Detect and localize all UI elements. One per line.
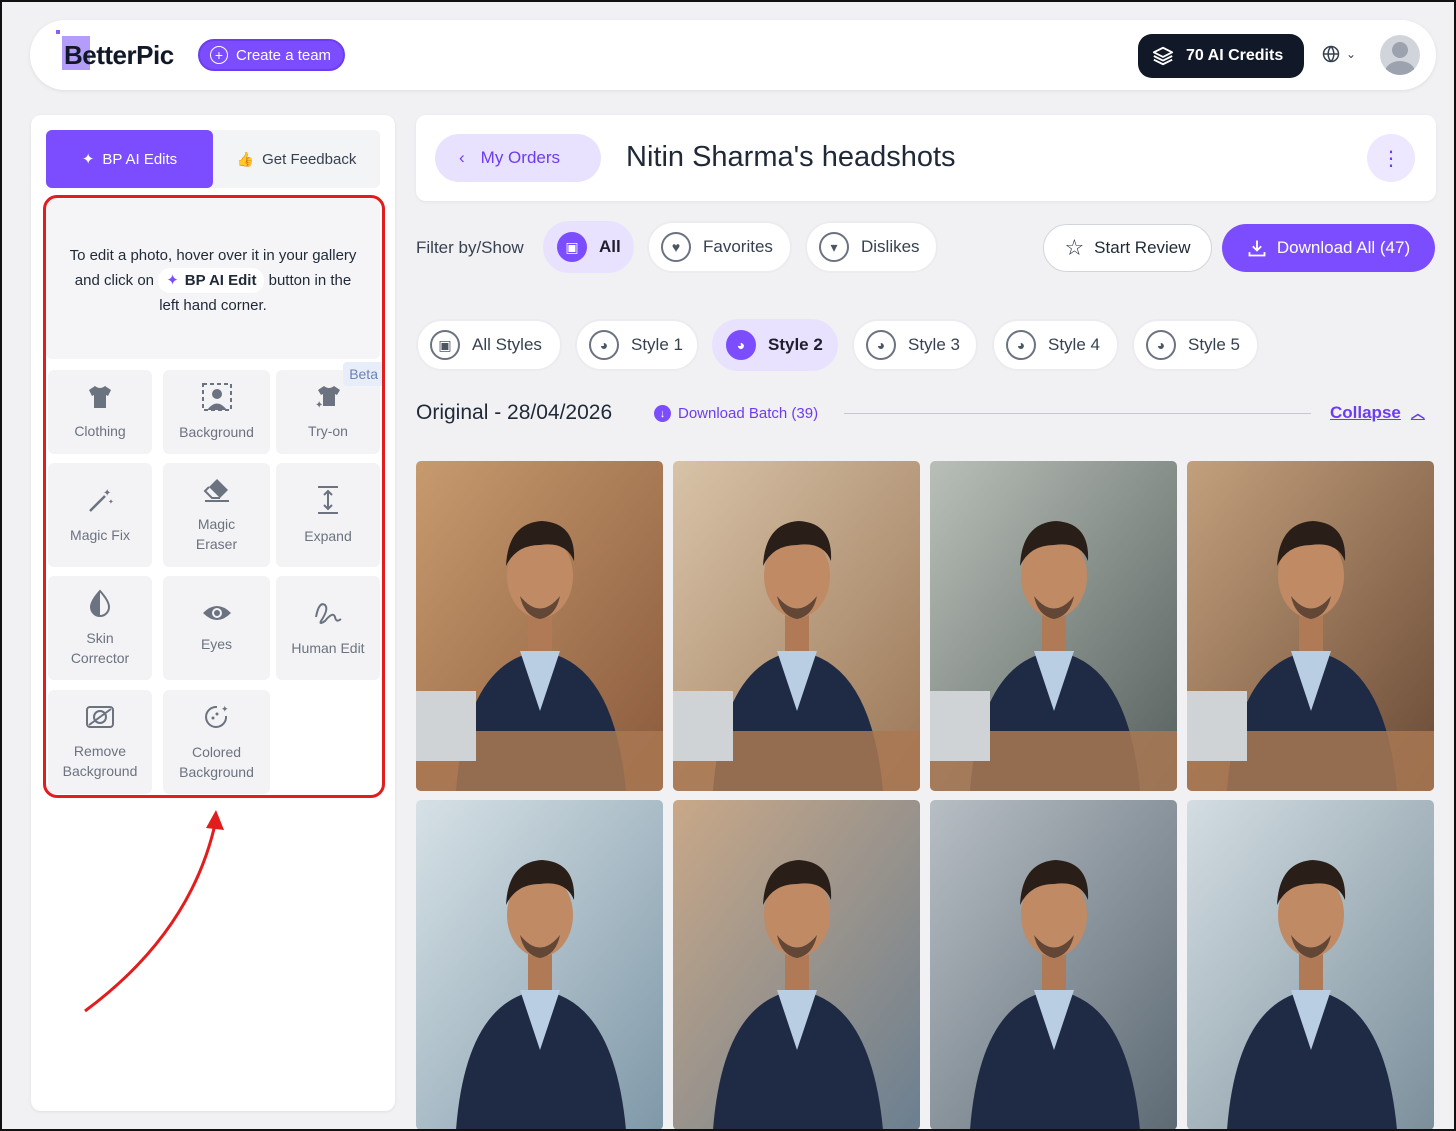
tool-remove-background[interactable]: Remove Background [48, 690, 152, 794]
more-options-button[interactable]: ⋮ [1367, 134, 1415, 182]
order-header: ‹ My Orders Nitin Sharma's headshots ⋮ [416, 115, 1436, 201]
download-batch-link[interactable]: ↓ Download Batch (39) [654, 405, 818, 422]
headshot-photo[interactable] [1187, 461, 1434, 791]
user-avatar[interactable] [1380, 35, 1420, 75]
squiggle-icon [313, 599, 343, 634]
filter-all[interactable]: ▣ All [543, 221, 634, 273]
sparkle-icon: ✦ [166, 272, 179, 289]
star-icon: ☆ [1064, 235, 1085, 260]
gallery-icon: ▣ [430, 330, 460, 360]
tab-bp-ai-edits[interactable]: ✦ BP AI Edits [46, 130, 213, 188]
background-person-icon [201, 382, 232, 418]
headshot-photo[interactable] [930, 800, 1177, 1129]
kebab-icon: ⋮ [1381, 147, 1401, 170]
download-icon [1248, 240, 1266, 257]
shirt-icon [86, 384, 114, 417]
svg-text:✦: ✦ [315, 400, 323, 410]
layers-icon [1152, 46, 1174, 66]
page-title: Nitin Sharma's headshots [626, 141, 956, 173]
chevron-up-icon: ︿ [1410, 405, 1425, 421]
edit-instructions: To edit a photo, hover over it in your g… [46, 199, 380, 359]
svg-text:✦: ✦ [108, 498, 114, 506]
palette-icon: ◕ [1006, 330, 1036, 360]
tool-background[interactable]: Background [163, 370, 270, 454]
my-orders-button[interactable]: ‹ My Orders [435, 134, 601, 182]
eye-icon [202, 602, 232, 630]
filter-dislikes[interactable]: ▾ Dislikes [805, 221, 938, 273]
palette-icon: ◕ [726, 330, 756, 360]
edit-sidebar: ✦ BP AI Edits 👍 Get Feedback To edit a p… [31, 115, 395, 1111]
magic-wand-icon: ✦ ✦ [86, 486, 114, 521]
batch-title: Original - 28/04/2026 [416, 401, 613, 424]
headshot-photo[interactable] [416, 461, 663, 791]
style-4[interactable]: ◕ Style 4 [992, 319, 1119, 371]
divider [844, 413, 1311, 414]
style-all-styles[interactable]: ▣ All Styles [416, 319, 562, 371]
download-circle-icon: ↓ [654, 405, 671, 422]
filter-label: Filter by/Show [416, 238, 524, 257]
tool-try-on[interactable]: Beta ✦ Try-on [276, 362, 384, 454]
start-review-button[interactable]: ☆ Start Review [1043, 224, 1212, 272]
collapse-link[interactable]: Collapse ︿ [1330, 403, 1425, 423]
headshot-photo[interactable] [673, 800, 920, 1129]
colored-bg-icon: ✦ [203, 703, 231, 738]
app-frame: BetterPic + Create a team 70 AI Credits … [0, 0, 1456, 1131]
svg-text:✦: ✦ [221, 704, 229, 714]
style-1[interactable]: ◕ Style 1 [575, 319, 699, 371]
chevron-down-icon: ⌄ [1346, 47, 1357, 61]
create-team-button[interactable]: + Create a team [198, 39, 346, 71]
eraser-icon [203, 477, 231, 510]
tool-magic-eraser[interactable]: Magic Eraser [163, 463, 270, 567]
tool-human-edit[interactable]: Human Edit [276, 576, 380, 680]
sparkle-icon: ✦ [81, 151, 95, 168]
bp-ai-edit-chip: ✦ BP AI Edit [158, 268, 265, 293]
try-on-shirt-icon: ✦ [314, 384, 342, 417]
download-all-button[interactable]: Download All (47) [1222, 224, 1435, 272]
globe-icon [1322, 45, 1340, 63]
palette-icon: ◕ [1146, 330, 1176, 360]
tool-skin-corrector[interactable]: Skin Corrector [48, 576, 152, 680]
plus-circle-icon: + [210, 46, 228, 64]
betterpic-logo[interactable]: BetterPic [56, 30, 174, 71]
tab-get-feedback[interactable]: 👍 Get Feedback [213, 130, 380, 188]
svg-text:✦: ✦ [103, 488, 111, 499]
style-3[interactable]: ◕ Style 3 [852, 319, 978, 371]
palette-icon: ◕ [866, 330, 896, 360]
expand-vertical-icon [314, 485, 342, 522]
palette-icon: ◕ [589, 330, 619, 360]
headshot-photo[interactable] [930, 461, 1177, 791]
chevron-left-icon: ‹ [459, 148, 465, 167]
tool-colored-background[interactable]: ✦ Colored Background [163, 690, 270, 794]
thumbs-down-icon: ▾ [819, 232, 849, 262]
thumbs-icon: 👍 [236, 150, 255, 167]
style-2[interactable]: ◕ Style 2 [712, 319, 838, 371]
tool-expand[interactable]: Expand [276, 463, 380, 567]
language-selector[interactable]: ⌄ [1322, 45, 1356, 63]
tool-clothing[interactable]: Clothing [48, 370, 152, 454]
headshot-photo[interactable] [673, 461, 920, 791]
tool-magic-fix[interactable]: ✦ ✦ Magic Fix [48, 463, 152, 567]
beta-badge: Beta [343, 362, 384, 386]
gallery-icon: ▣ [557, 232, 587, 262]
contrast-drop-icon [87, 589, 113, 624]
filter-favorites[interactable]: ♥ Favorites [647, 221, 792, 273]
top-bar: BetterPic + Create a team 70 AI Credits … [30, 20, 1436, 90]
style-5[interactable]: ◕ Style 5 [1132, 319, 1259, 371]
remove-bg-icon [85, 704, 115, 737]
heart-icon: ♥ [661, 232, 691, 262]
headshot-photo[interactable] [1187, 800, 1434, 1129]
sidebar-tabs: ✦ BP AI Edits 👍 Get Feedback [46, 130, 380, 188]
ai-credits-button[interactable]: 70 AI Credits [1138, 34, 1304, 78]
headshot-photo[interactable] [416, 800, 663, 1129]
tool-eyes[interactable]: Eyes [163, 576, 270, 680]
